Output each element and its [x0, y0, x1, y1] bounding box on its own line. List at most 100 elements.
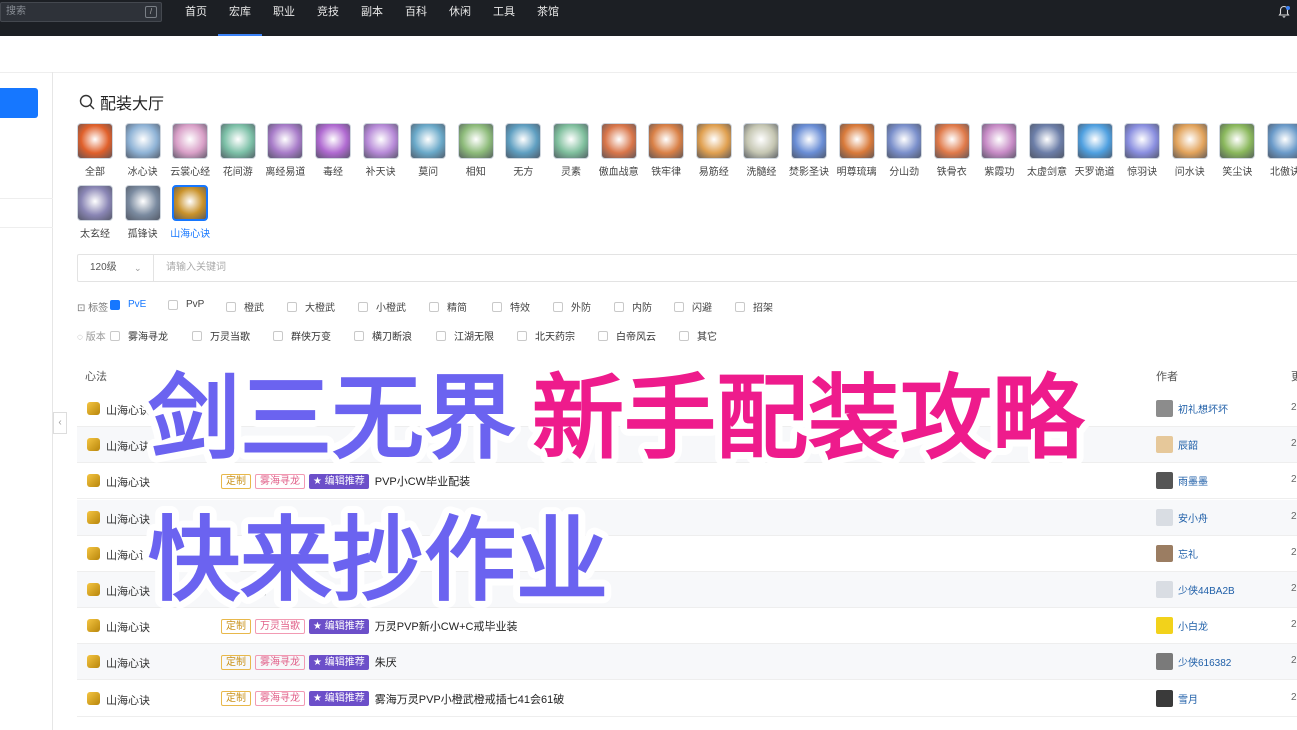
author-name: 忘礼: [1178, 549, 1198, 561]
kungfu-icon: [695, 123, 732, 159]
kungfu-option[interactable]: 云裳心经: [170, 123, 210, 178]
kungfu-option[interactable]: 明尊琉璃体: [837, 123, 877, 178]
collapse-sidebar-button[interactable]: ‹: [53, 412, 67, 434]
kungfu-option[interactable]: 紫霞功: [979, 123, 1019, 178]
kungfu-option[interactable]: 洗髓经: [741, 123, 781, 178]
author-name: 少侠44BA2B: [1178, 586, 1235, 597]
row-author[interactable]: 雪月: [1156, 689, 1198, 707]
tag-checkbox[interactable]: 外防: [553, 299, 591, 314]
row-truncated-value: 2: [1291, 619, 1297, 631]
kungfu-option[interactable]: 北傲诀: [1265, 123, 1297, 178]
nav-item[interactable]: 茶馆: [526, 0, 570, 36]
table-row[interactable]: 山海心诀 初礼想坏坏 2: [77, 391, 1297, 427]
notification-bell-icon[interactable]: [1277, 5, 1291, 19]
table-row[interactable]: 山海心诀 山海精简 少侠44BA2B 2: [77, 572, 1297, 608]
kungfu-option[interactable]: 全部: [75, 123, 115, 178]
table-row[interactable]: 山海心诀 安小舟 2: [77, 499, 1297, 536]
nav-item[interactable]: 工具: [482, 0, 526, 36]
kungfu-option[interactable]: 山海心诀: [170, 185, 210, 240]
nav-item[interactable]: 宏库: [218, 0, 262, 36]
kungfu-option[interactable]: 分山劲: [884, 123, 924, 178]
nav-item[interactable]: 百科: [394, 0, 438, 36]
version-option-label: 北天药宗: [535, 332, 575, 343]
tag-checkbox[interactable]: 特效: [492, 299, 530, 314]
row-build-title[interactable]: 万灵PVP新小CW+C戒毕业装: [375, 618, 518, 634]
nav-item[interactable]: 休闲: [438, 0, 482, 36]
kungfu-option[interactable]: 天罗诡道: [1075, 123, 1115, 178]
row-truncated-value: 2: [1291, 691, 1297, 703]
kungfu-option[interactable]: 笑尘诀: [1217, 123, 1257, 178]
kungfu-label: 傲血战意: [598, 167, 639, 178]
table-row[interactable]: 山海心诀 定制 万灵当歌 ★ 编辑推荐 万灵PVP新小CW+C戒毕业装 小白龙 2: [77, 608, 1297, 645]
row-author[interactable]: 小白龙: [1156, 617, 1208, 635]
kungfu-option[interactable]: 毒经: [313, 123, 353, 178]
kungfu-option[interactable]: 铁牢律: [646, 123, 686, 178]
kungfu-option[interactable]: 无方: [503, 123, 543, 178]
sidebar-field[interactable]: [0, 198, 53, 228]
nav-item[interactable]: 首页: [174, 0, 218, 36]
version-option-label: 江湖无限: [454, 332, 494, 343]
kungfu-option[interactable]: 太玄经: [75, 185, 115, 240]
version-checkbox[interactable]: 万灵当歌: [192, 328, 250, 343]
kungfu-option[interactable]: 冰心诀: [123, 123, 163, 178]
kungfu-option[interactable]: 相知: [456, 123, 496, 178]
kungfu-option[interactable]: 莫问: [408, 123, 448, 178]
kungfu-option[interactable]: 补天诀: [361, 123, 401, 178]
kungfu-option[interactable]: 太虚剑意: [1027, 123, 1067, 178]
row-author[interactable]: 辰韶: [1156, 436, 1198, 454]
row-author[interactable]: 安小舟: [1156, 508, 1208, 526]
row-author[interactable]: 少侠616382: [1156, 653, 1231, 671]
tag-checkbox[interactable]: PvE: [110, 299, 146, 310]
kungfu-option[interactable]: 问水诀: [1170, 123, 1210, 178]
level-select[interactable]: 120级 ⌄: [78, 255, 154, 281]
version-checkbox[interactable]: 雾海寻龙: [110, 328, 168, 343]
kungfu-option[interactable]: 花间游: [218, 123, 258, 178]
kungfu-option[interactable]: 铁骨衣: [932, 123, 972, 178]
tag-checkbox[interactable]: 大橙武: [287, 299, 335, 314]
row-build-title[interactable]: 雾海万灵PVP小橙武橙戒插七41会61破: [375, 691, 564, 707]
kungfu-label: 全部: [85, 167, 105, 178]
version-checkbox[interactable]: 北天药宗: [517, 328, 575, 343]
tag-checkbox[interactable]: PvP: [168, 299, 204, 310]
kungfu-option[interactable]: 焚影圣诀: [789, 123, 829, 178]
row-author[interactable]: 忘礼: [1156, 544, 1198, 562]
tag-checkbox[interactable]: 橙武: [226, 299, 264, 314]
row-author[interactable]: 少侠44BA2B: [1156, 581, 1235, 598]
checkbox-icon: [110, 299, 120, 310]
tag-checkbox[interactable]: 精简: [429, 299, 467, 314]
row-author[interactable]: 初礼想坏坏: [1156, 400, 1228, 417]
kungfu-option[interactable]: 灵素: [551, 123, 591, 178]
table-row[interactable]: 山海心诀 忘礼 2: [77, 536, 1297, 572]
tag-checkbox[interactable]: 闪避: [674, 299, 712, 314]
nav-item[interactable]: 竞技: [306, 0, 350, 36]
kungfu-option[interactable]: 易筋经: [694, 123, 734, 178]
version-checkbox[interactable]: 江湖无限: [436, 328, 494, 343]
row-build-title[interactable]: PVP小CW毕业配装: [375, 473, 470, 489]
version-checkbox[interactable]: 其它: [679, 328, 717, 343]
version-label: ◌ 版本: [77, 332, 106, 343]
nav-item[interactable]: 副本: [350, 0, 394, 36]
search-input[interactable]: 搜索 /: [0, 2, 162, 22]
kungfu-option[interactable]: 惊羽诀: [1122, 123, 1162, 178]
nav-item[interactable]: 职业: [262, 0, 306, 36]
kungfu-option[interactable]: 离经易道: [265, 123, 305, 178]
tag-checkbox[interactable]: 小橙武: [358, 299, 406, 314]
table-row[interactable]: 山海心诀 定制 雾海寻龙 ★ 编辑推荐 PVP小CW毕业配装 雨墨墨 2: [77, 463, 1297, 500]
table-row[interactable]: 山海心诀 定制 雾海寻龙 ★ 编辑推荐 雾海万灵PVP小橙武橙戒插七41会61破 雪月 2: [77, 681, 1297, 717]
version-checkbox[interactable]: 白帝风云: [598, 328, 656, 343]
tag-checkbox[interactable]: 招架: [735, 299, 773, 314]
kungfu-icon: [1124, 123, 1161, 159]
sidebar-primary-button[interactable]: [0, 88, 38, 118]
version-checkbox[interactable]: 群侠万变: [273, 328, 331, 343]
table-row[interactable]: 山海心诀 定制 雾海寻龙 ★ 编辑推荐 朱厌 少侠616382 2: [77, 644, 1297, 681]
kungfu-option[interactable]: 傲血战意: [599, 123, 639, 178]
keyword-input[interactable]: 请输入关键词: [166, 255, 226, 281]
author-name: 初礼想坏坏: [1178, 405, 1228, 416]
row-build-title[interactable]: 朱厌: [375, 654, 397, 670]
table-row[interactable]: 山海心诀 辰韶 2: [77, 427, 1297, 464]
version-checkbox[interactable]: 横刀断浪: [354, 328, 412, 343]
tag-checkbox[interactable]: 内防: [614, 299, 652, 314]
row-author[interactable]: 雨墨墨: [1156, 472, 1208, 490]
row-build-title[interactable]: 山海精简: [223, 582, 267, 598]
kungfu-option[interactable]: 孤锋诀: [123, 185, 163, 240]
